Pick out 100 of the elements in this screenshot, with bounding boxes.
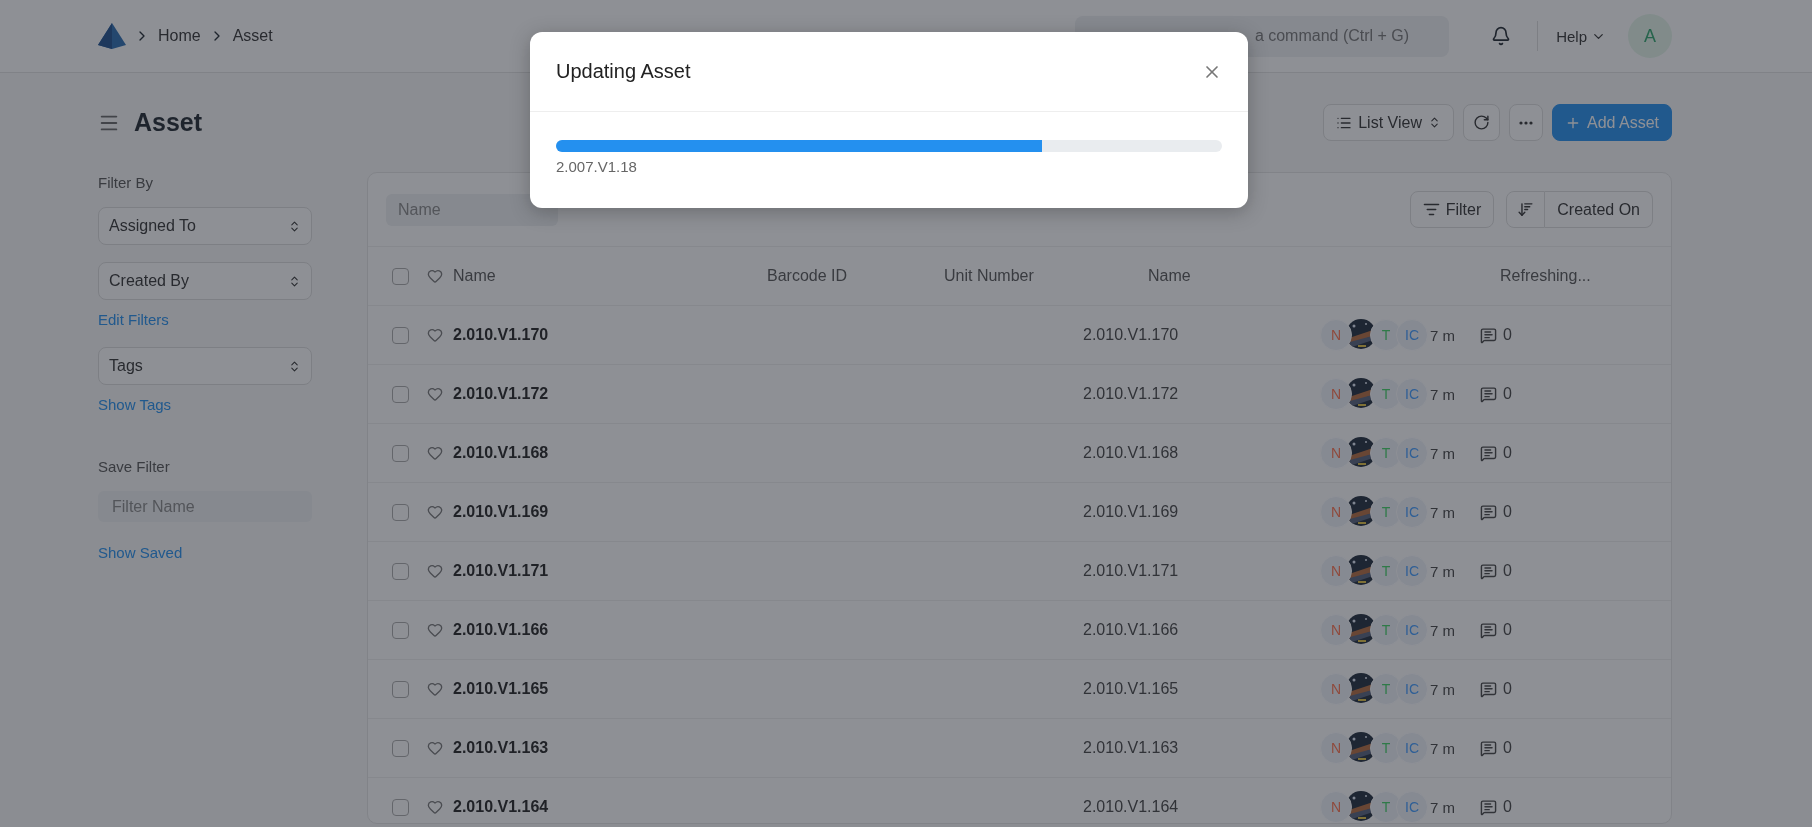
modified-time: 7 m bbox=[1430, 503, 1456, 521]
filter-icon bbox=[1422, 201, 1440, 218]
breadcrumb-link[interactable]: Home bbox=[158, 27, 201, 45]
comment-icon bbox=[1480, 444, 1497, 462]
add-asset-button[interactable]: Add Asset bbox=[1551, 104, 1672, 141]
asset-name-link[interactable]: 2.010.V1.170 bbox=[453, 326, 1083, 344]
help-dropdown[interactable]: Help bbox=[1556, 27, 1606, 45]
comment-count: 0 bbox=[1503, 798, 1513, 816]
select-all-checkbox[interactable] bbox=[392, 267, 409, 285]
filter-dropdown[interactable]: Assigned To bbox=[98, 207, 312, 245]
up-down-chevron-icon bbox=[288, 274, 301, 288]
page-title: Asset bbox=[134, 108, 203, 137]
row-checkbox[interactable] bbox=[392, 326, 409, 344]
tags-dropdown[interactable]: Tags bbox=[98, 347, 312, 385]
comment-icon bbox=[1480, 326, 1497, 344]
assignee-avatar: IC bbox=[1396, 437, 1428, 469]
table-cell-text: 2.010.V1.169 bbox=[1083, 503, 1180, 521]
assignee-avatar: IC bbox=[1396, 673, 1428, 705]
comment-count: 0 bbox=[1503, 326, 1513, 344]
table-cell-text: 2.010.V1.165 bbox=[1083, 680, 1180, 698]
table-cell-text: 2.010.V1.168 bbox=[1083, 444, 1180, 462]
heart-icon[interactable] bbox=[427, 386, 443, 402]
modified-time: 7 m bbox=[1430, 385, 1456, 403]
heart-icon[interactable] bbox=[427, 327, 443, 343]
comment-count: 0 bbox=[1503, 621, 1513, 639]
asset-name-link[interactable]: 2.010.V1.171 bbox=[453, 562, 1083, 580]
logo-icon[interactable] bbox=[98, 23, 126, 49]
filter-button[interactable]: Filter bbox=[1409, 191, 1495, 228]
assignee-avatar: IC bbox=[1396, 378, 1428, 410]
modified-time: 7 m bbox=[1430, 562, 1456, 580]
more-button[interactable] bbox=[1508, 104, 1543, 141]
assignee-avatar: IC bbox=[1396, 791, 1428, 823]
table-cell-text: 2.010.V1.163 bbox=[1083, 739, 1180, 757]
filter-dropdown[interactable]: Created By bbox=[98, 262, 312, 300]
refresh-button[interactable] bbox=[1462, 104, 1500, 141]
comment-count: 0 bbox=[1503, 503, 1513, 521]
assignee-avatar: N bbox=[1320, 319, 1352, 351]
row-checkbox[interactable] bbox=[392, 621, 409, 639]
comment-count: 0 bbox=[1503, 385, 1513, 403]
comment-icon bbox=[1480, 562, 1497, 580]
list-view-dropdown[interactable]: List View bbox=[1323, 104, 1454, 141]
sort-direction-button[interactable] bbox=[1506, 191, 1546, 228]
row-checkbox[interactable] bbox=[392, 798, 409, 816]
modified-time: 7 m bbox=[1430, 326, 1456, 344]
comment-count: 0 bbox=[1503, 562, 1513, 580]
row-checkbox[interactable] bbox=[392, 562, 409, 580]
modified-time: 7 m bbox=[1430, 621, 1456, 639]
comment-icon bbox=[1480, 739, 1497, 757]
column-header: Name bbox=[1148, 267, 1192, 285]
heart-icon[interactable] bbox=[427, 740, 443, 756]
assignee-avatar: IC bbox=[1396, 614, 1428, 646]
assignee-avatar: N bbox=[1320, 437, 1352, 469]
table-cell-text: 2.010.V1.170 bbox=[1083, 326, 1180, 344]
progress-caption: 2.007.V1.18 bbox=[556, 158, 637, 175]
table-cell-text: 2.010.V1.172 bbox=[1083, 385, 1180, 403]
up-down-chevron-icon bbox=[288, 359, 301, 373]
row-checkbox[interactable] bbox=[392, 444, 409, 462]
asset-name-link[interactable]: 2.010.V1.165 bbox=[453, 680, 1083, 698]
column-header: Name bbox=[453, 267, 497, 285]
heart-icon[interactable] bbox=[427, 504, 443, 520]
assignee-avatar: IC bbox=[1396, 496, 1428, 528]
column-header: Refreshing... bbox=[1500, 267, 1592, 285]
refresh-icon bbox=[1472, 114, 1490, 131]
assignee-avatar: N bbox=[1320, 496, 1352, 528]
table-cell-text: 2.010.V1.171 bbox=[1083, 562, 1180, 580]
row-checkbox[interactable] bbox=[392, 680, 409, 698]
heart-icon[interactable] bbox=[427, 799, 443, 815]
modified-time: 7 m bbox=[1430, 680, 1456, 698]
asset-name-link[interactable]: 2.010.V1.164 bbox=[453, 798, 1083, 816]
asset-name-link[interactable]: 2.010.V1.163 bbox=[453, 739, 1083, 757]
heart-icon bbox=[427, 268, 443, 284]
table-cell-text: 2.010.V1.166 bbox=[1083, 621, 1180, 639]
row-checkbox[interactable] bbox=[392, 385, 409, 403]
assignee-avatar: N bbox=[1320, 673, 1352, 705]
row-checkbox[interactable] bbox=[392, 739, 409, 757]
notification-bell-icon[interactable] bbox=[1491, 26, 1512, 46]
asset-name-link[interactable]: 2.010.V1.169 bbox=[453, 503, 1083, 521]
sort-field-button[interactable]: Created On bbox=[1545, 191, 1653, 228]
row-checkbox[interactable] bbox=[392, 503, 409, 521]
comment-count: 0 bbox=[1503, 680, 1513, 698]
modified-time: 7 m bbox=[1430, 739, 1456, 757]
modified-time: 7 m bbox=[1430, 798, 1456, 816]
heart-icon[interactable] bbox=[427, 622, 443, 638]
assignee-avatar: N bbox=[1320, 791, 1352, 823]
assignee-avatar: N bbox=[1320, 732, 1352, 764]
comment-icon bbox=[1480, 385, 1497, 403]
save-filter-heading: Save Filter bbox=[98, 458, 171, 475]
assignee-avatar: N bbox=[1320, 555, 1352, 587]
heart-icon[interactable] bbox=[427, 563, 443, 579]
assignee-avatar: N bbox=[1320, 378, 1352, 410]
asset-name-link[interactable]: 2.010.V1.166 bbox=[453, 621, 1083, 639]
heart-icon[interactable] bbox=[427, 681, 443, 697]
ellipsis-icon bbox=[1518, 120, 1533, 125]
comment-icon bbox=[1480, 798, 1497, 816]
modified-time: 7 m bbox=[1430, 444, 1456, 462]
asset-name-link[interactable]: 2.010.V1.168 bbox=[453, 444, 1083, 462]
breadcrumb-link[interactable]: Asset bbox=[232, 27, 273, 45]
asset-name-link[interactable]: 2.010.V1.172 bbox=[453, 385, 1083, 403]
heart-icon[interactable] bbox=[427, 445, 443, 461]
table-cell-text: 2.010.V1.164 bbox=[1083, 798, 1180, 816]
